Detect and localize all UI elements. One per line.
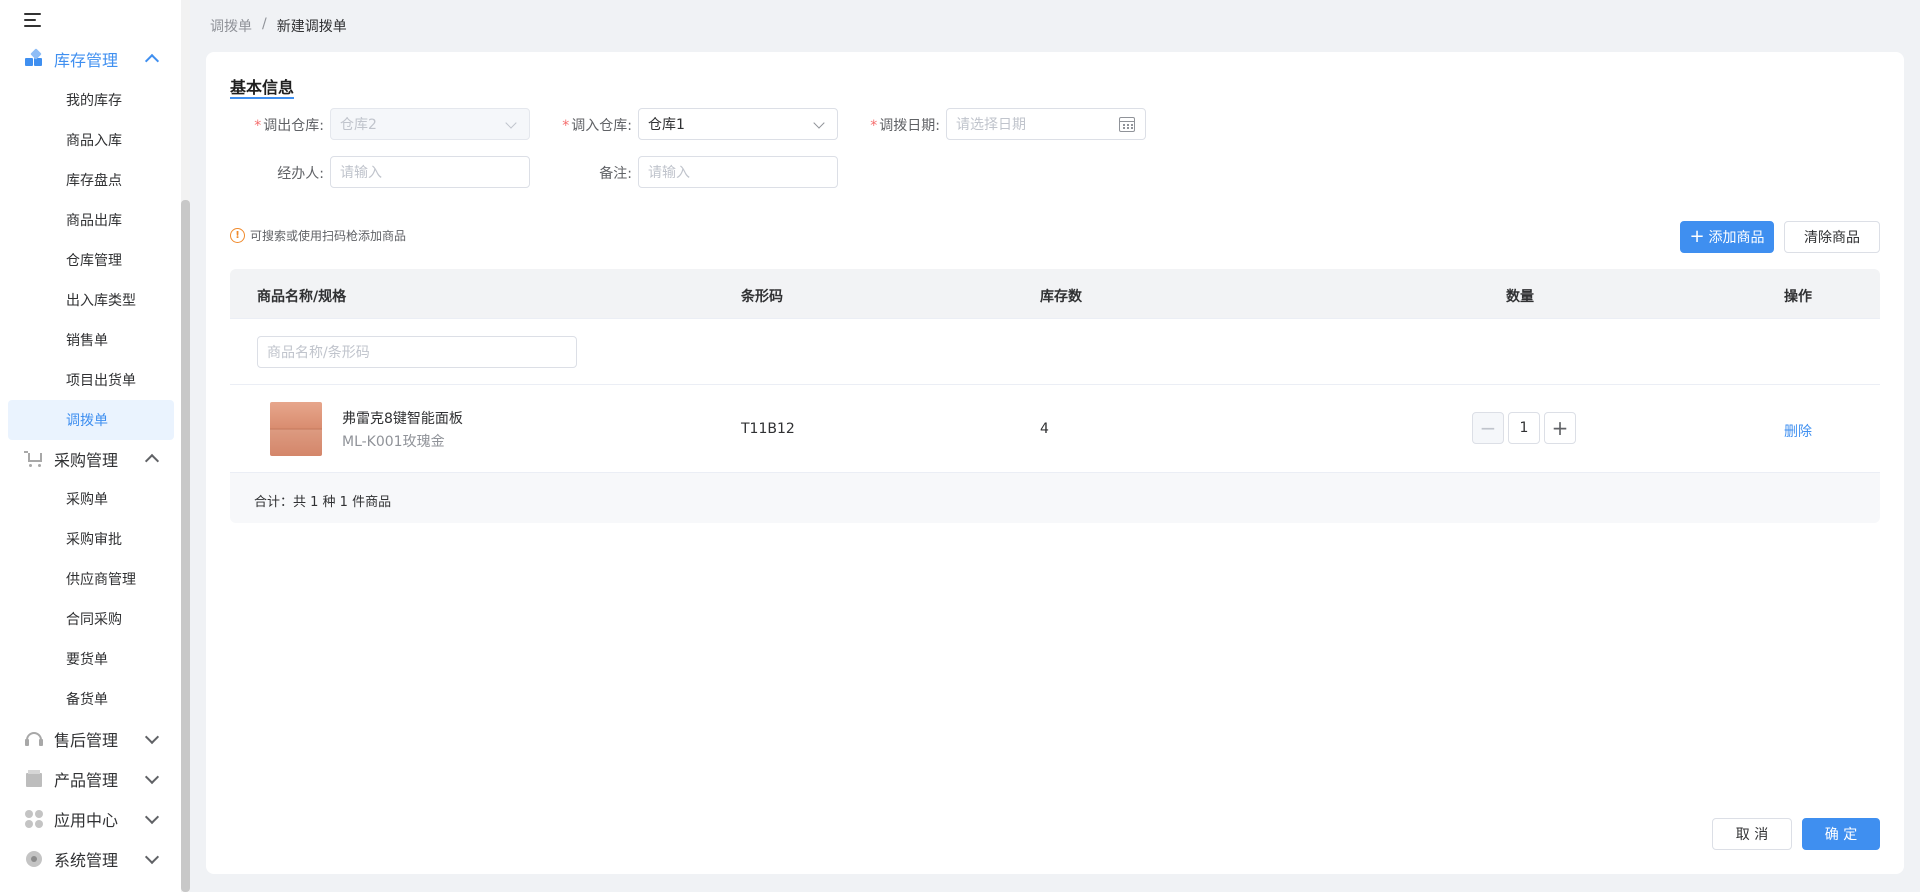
- breadcrumb-current: 新建调拨单: [276, 19, 347, 35]
- menu-group-inventory[interactable]: 库存管理: [0, 39, 181, 79]
- table-summary: 合计：共 1 种 1 件商品: [254, 495, 392, 510]
- menu-group-label: 库存管理: [54, 51, 119, 70]
- sidebar-item-inout-type[interactable]: 出入库类型: [8, 280, 174, 320]
- remark-label: 备注:: [599, 166, 632, 182]
- info-icon: !: [230, 228, 245, 243]
- cancel-button[interactable]: 取 消: [1712, 818, 1792, 850]
- product-stock: 4: [1040, 421, 1049, 437]
- menu-group-label: 采购管理: [54, 451, 119, 470]
- plus-icon: +: [1689, 226, 1705, 247]
- product-name: 弗雷克8键智能面板: [342, 411, 463, 427]
- quantity-stepper: − 1 +: [1472, 412, 1576, 444]
- sidebar-item-purchase-approval[interactable]: 采购审批: [8, 519, 174, 559]
- clear-product-button[interactable]: 清除商品: [1784, 221, 1880, 253]
- menu-collapse-icon[interactable]: [24, 12, 44, 28]
- minus-icon[interactable]: −: [1472, 412, 1504, 444]
- transfer-date-label: * 调拨日期:: [870, 118, 940, 134]
- sidebar-item-stock-out[interactable]: 商品出库: [8, 200, 174, 240]
- chevron-down-icon: [144, 769, 160, 785]
- handler-input[interactable]: 请输入: [330, 156, 530, 188]
- delete-link[interactable]: 删除: [1784, 421, 1812, 441]
- menu-group-system[interactable]: 系统管理: [0, 839, 181, 879]
- chevron-down-icon: [144, 849, 160, 865]
- sidebar-item-requisition[interactable]: 要货单: [8, 639, 174, 679]
- menu-group-purchase[interactable]: 采购管理: [0, 439, 181, 479]
- in-warehouse-label: * 调入仓库:: [562, 118, 632, 134]
- confirm-button[interactable]: 确 定: [1802, 818, 1880, 850]
- sidebar-item-transfer-order[interactable]: 调拨单: [8, 400, 174, 440]
- cart-icon: [24, 449, 44, 469]
- sidebar-item-my-inventory[interactable]: 我的库存: [8, 80, 174, 120]
- col-action: 操作: [1784, 289, 1812, 305]
- menu-group-apps[interactable]: 应用中心: [0, 799, 181, 839]
- sidebar-item-contract-purchase[interactable]: 合同采购: [8, 599, 174, 639]
- sidebar-item-stocktake[interactable]: 库存盘点: [8, 160, 174, 200]
- product-spec: ML-K001玫瑰金: [342, 434, 445, 450]
- chevron-down-icon: [144, 729, 160, 745]
- breadcrumb-parent[interactable]: 调拨单: [210, 16, 252, 36]
- out-warehouse-label: * 调出仓库:: [254, 118, 324, 134]
- table-search-row: 商品名称/条形码: [230, 319, 1880, 385]
- sidebar-item-sales-order[interactable]: 销售单: [8, 320, 174, 360]
- col-product-name: 商品名称/规格: [257, 289, 347, 305]
- menu-group-after-sales[interactable]: 售后管理: [0, 719, 181, 759]
- calendar-icon: [1119, 117, 1135, 132]
- menu-group-product[interactable]: 产品管理: [0, 759, 181, 799]
- transfer-date-picker[interactable]: 请选择日期: [946, 108, 1146, 140]
- sidebar-item-purchase-order[interactable]: 采购单: [8, 479, 174, 519]
- menu-group-label: 应用中心: [54, 811, 119, 830]
- out-warehouse-select: 仓库2: [330, 108, 530, 140]
- sidebar: 库存管理 我的库存 商品入库 库存盘点 商品出库 仓库管理 出入库类型 销售单 …: [0, 0, 190, 892]
- col-quantity: 数量: [1506, 289, 1534, 305]
- headset-icon: [24, 729, 44, 749]
- sidebar-item-project-shipment[interactable]: 项目出货单: [8, 360, 174, 400]
- col-stock: 库存数: [1040, 289, 1082, 305]
- menu-group-label: 系统管理: [54, 851, 119, 870]
- menu-group-label: 产品管理: [54, 771, 119, 790]
- add-product-button[interactable]: + 添加商品: [1680, 221, 1774, 253]
- sidebar-item-stock-prep[interactable]: 备货单: [8, 679, 174, 719]
- menu-group-label: 售后管理: [54, 731, 119, 750]
- apps-icon: [24, 809, 44, 829]
- sidebar-scrollbar[interactable]: [181, 200, 190, 892]
- scan-tip: ! 可搜索或使用扫码枪添加商品: [230, 227, 406, 244]
- sidebar-item-stock-in[interactable]: 商品入库: [8, 120, 174, 160]
- plus-icon[interactable]: +: [1544, 412, 1576, 444]
- chevron-up-icon: [144, 453, 160, 469]
- remark-input[interactable]: 请输入: [638, 156, 838, 188]
- breadcrumb-separator: /: [262, 16, 267, 32]
- chevron-down-icon: [144, 809, 160, 825]
- main-card: 基本信息 * 调出仓库: 仓库2 * 调入仓库: 仓库1 * 调拨日期: 请选择日期 …: [206, 52, 1904, 874]
- product-barcode: T11B12: [741, 421, 795, 437]
- breadcrumb: 调拨单 / 新建调拨单: [210, 16, 347, 36]
- chevron-up-icon: [144, 53, 160, 69]
- product-search-input[interactable]: 商品名称/条形码: [257, 336, 577, 368]
- table-row: 弗雷克8键智能面板 ML-K001玫瑰金 T11B12 4 − 1 + 删除: [230, 385, 1880, 473]
- in-warehouse-select[interactable]: 仓库1: [638, 108, 838, 140]
- col-barcode: 条形码: [741, 289, 783, 305]
- product-table: 商品名称/规格 条形码 库存数 数量 操作 商品名称/条形码 弗雷克8键智能面板…: [230, 269, 1880, 523]
- inventory-icon: [24, 48, 44, 69]
- settings-icon: [24, 849, 44, 869]
- product-thumbnail: [270, 402, 322, 456]
- sidebar-item-supplier[interactable]: 供应商管理: [8, 559, 174, 599]
- handler-label: 经办人:: [277, 166, 324, 182]
- section-title: 基本信息: [230, 78, 295, 99]
- box-icon: [24, 769, 44, 789]
- quantity-value[interactable]: 1: [1508, 412, 1540, 444]
- table-header: 商品名称/规格 条形码 库存数 数量 操作: [230, 269, 1880, 319]
- sidebar-item-warehouse[interactable]: 仓库管理: [8, 240, 174, 280]
